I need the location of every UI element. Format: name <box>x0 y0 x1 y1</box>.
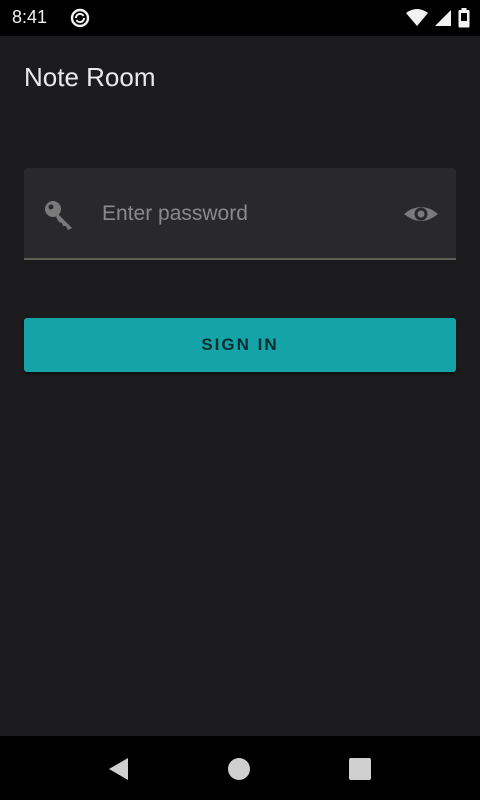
password-field[interactable] <box>24 168 456 260</box>
app-title: Note Room <box>24 62 156 92</box>
status-bar: 8:41 <box>0 0 480 36</box>
eye-icon[interactable] <box>402 198 440 230</box>
screen: 8:41 Note Room SIGN IN <box>0 0 480 800</box>
key-icon <box>45 201 72 230</box>
app-bar: Note Room <box>0 36 480 124</box>
wifi-icon <box>406 9 428 26</box>
back-icon[interactable] <box>106 756 132 782</box>
battery-icon <box>458 8 470 28</box>
status-icons <box>406 8 470 28</box>
sign-in-button[interactable]: SIGN IN <box>24 318 456 372</box>
status-time: 8:41 <box>12 7 48 27</box>
nav-bar <box>0 736 480 800</box>
password-input[interactable] <box>102 196 392 232</box>
home-icon[interactable] <box>227 757 251 781</box>
sync-icon <box>70 8 90 28</box>
signal-icon <box>435 10 451 26</box>
recents-icon[interactable] <box>348 757 372 781</box>
